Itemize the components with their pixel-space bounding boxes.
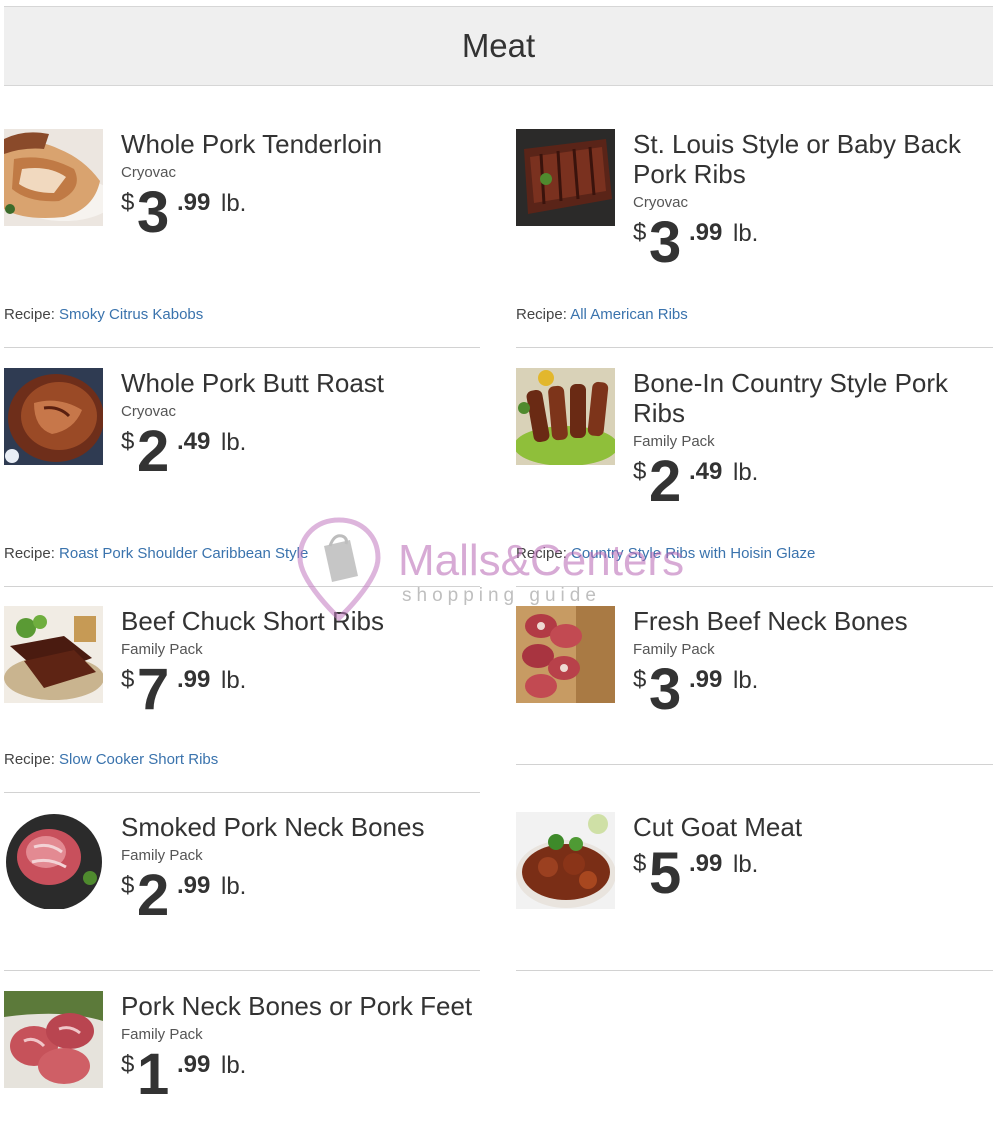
product-price: $ 2 .49 lb. [121, 422, 481, 488]
product-price: $ 3 .99 lb. [633, 660, 993, 726]
product-name: Fresh Beef Neck Bones [633, 606, 908, 636]
price-unit: lb. [733, 220, 759, 247]
product-image-smoked-neck-bones[interactable] [4, 812, 103, 909]
divider [4, 347, 480, 348]
product-packaging: Cryovac [121, 403, 177, 420]
product-price: $ 5 .99 lb. [633, 844, 993, 910]
divider [4, 970, 480, 971]
price-dollars: 2 [649, 449, 682, 514]
price-currency: $ [121, 1051, 135, 1078]
price-dollars: 1 [137, 1042, 170, 1107]
divider [516, 586, 993, 587]
price-dollars: 2 [137, 419, 170, 484]
product-image-pork-ribs[interactable] [516, 129, 615, 226]
recipe-line: Recipe: Smoky Citrus Kabobs [4, 306, 203, 323]
divider [516, 764, 993, 765]
recipe-link[interactable]: Country Style Ribs with Hoisin Glaze [571, 545, 815, 562]
product-packaging: Family Pack [121, 1026, 203, 1043]
product-packaging: Cryovac [633, 194, 689, 211]
price-currency: $ [121, 428, 135, 455]
recipe-label: Recipe: [4, 545, 55, 562]
product-name: Cut Goat Meat [633, 812, 803, 842]
section-header: Meat [4, 6, 993, 86]
price-currency: $ [121, 189, 135, 216]
product-packaging: Family Pack [121, 641, 203, 658]
price-cents: .99 [689, 666, 723, 693]
recipe-link[interactable]: Slow Cooker Short Ribs [59, 751, 218, 768]
product-image-pork-butt-roast[interactable] [4, 368, 103, 465]
product-name: Pork Neck Bones or Pork Feet [121, 991, 473, 1021]
recipe-link[interactable]: Roast Pork Shoulder Caribbean Style [59, 545, 308, 562]
recipe-label: Recipe: [516, 306, 567, 323]
price-currency: $ [121, 872, 135, 899]
product-image-pork-tenderloin[interactable] [4, 129, 103, 226]
price-dollars: 2 [137, 863, 170, 928]
product-image-country-ribs[interactable] [516, 368, 615, 465]
price-dollars: 3 [649, 657, 682, 722]
price-unit: lb. [221, 429, 247, 456]
price-cents: .99 [177, 666, 211, 693]
product-packaging: Family Pack [633, 641, 715, 658]
price-cents: .49 [177, 428, 211, 455]
price-unit: lb. [733, 667, 759, 694]
product-image-pork-feet[interactable] [4, 991, 103, 1088]
price-currency: $ [633, 458, 647, 485]
recipe-line: Recipe: Country Style Ribs with Hoisin G… [516, 545, 815, 562]
product-image-goat-meat[interactable] [516, 812, 615, 909]
product-packaging: Family Pack [633, 433, 715, 450]
price-cents: .99 [177, 189, 211, 216]
product-price: $ 1 .99 lb. [121, 1045, 481, 1111]
price-dollars: 3 [649, 210, 682, 275]
price-unit: lb. [221, 190, 247, 217]
price-cents: .99 [177, 1051, 211, 1078]
product-packaging: Family Pack [121, 847, 203, 864]
product-image-beef-neck-bones[interactable] [516, 606, 615, 703]
price-cents: .49 [689, 458, 723, 485]
product-price: $ 2 .99 lb. [121, 866, 481, 932]
product-name: Smoked Pork Neck Bones [121, 812, 425, 842]
recipe-line: Recipe: Slow Cooker Short Ribs [4, 751, 218, 768]
recipe-label: Recipe: [516, 545, 567, 562]
product-name: St. Louis Style or Baby Back Pork Ribs [633, 129, 962, 189]
price-unit: lb. [221, 1052, 247, 1079]
product-price: $ 2 .49 lb. [633, 452, 993, 518]
divider [516, 347, 993, 348]
price-dollars: 5 [649, 841, 682, 906]
divider [4, 586, 480, 587]
price-unit: lb. [733, 459, 759, 486]
price-cents: .99 [177, 872, 211, 899]
price-currency: $ [633, 666, 647, 693]
price-dollars: 7 [137, 657, 170, 722]
price-currency: $ [633, 850, 647, 877]
page-title: Meat [461, 27, 536, 64]
divider [516, 970, 993, 971]
recipe-link[interactable]: Smoky Citrus Kabobs [59, 306, 203, 323]
product-price: $ 3 .99 lb. [121, 183, 481, 249]
price-cents: .99 [689, 219, 723, 246]
watermark-tagline: shopping guide [402, 585, 601, 606]
divider [4, 792, 480, 793]
price-unit: lb. [221, 667, 247, 694]
recipe-line: Recipe: All American Ribs [516, 306, 688, 323]
price-currency: $ [121, 666, 135, 693]
product-name: Beef Chuck Short Ribs [121, 606, 385, 636]
recipe-link[interactable]: All American Ribs [570, 306, 688, 323]
price-unit: lb. [733, 851, 759, 878]
recipe-line: Recipe: Roast Pork Shoulder Caribbean St… [4, 545, 308, 562]
product-image-short-ribs[interactable] [4, 606, 103, 703]
price-cents: .99 [689, 850, 723, 877]
product-price: $ 3 .99 lb. [633, 213, 993, 279]
product-name: Whole Pork Butt Roast [121, 368, 384, 398]
recipe-label: Recipe: [4, 306, 55, 323]
price-dollars: 3 [137, 180, 170, 245]
product-name: Bone-In Country Style Pork Ribs [633, 368, 949, 428]
product-packaging: Cryovac [121, 164, 177, 181]
recipe-label: Recipe: [4, 751, 55, 768]
product-name: Whole Pork Tenderloin [121, 129, 383, 159]
product-price: $ 7 .99 lb. [121, 660, 481, 726]
price-currency: $ [633, 219, 647, 246]
price-unit: lb. [221, 873, 247, 900]
